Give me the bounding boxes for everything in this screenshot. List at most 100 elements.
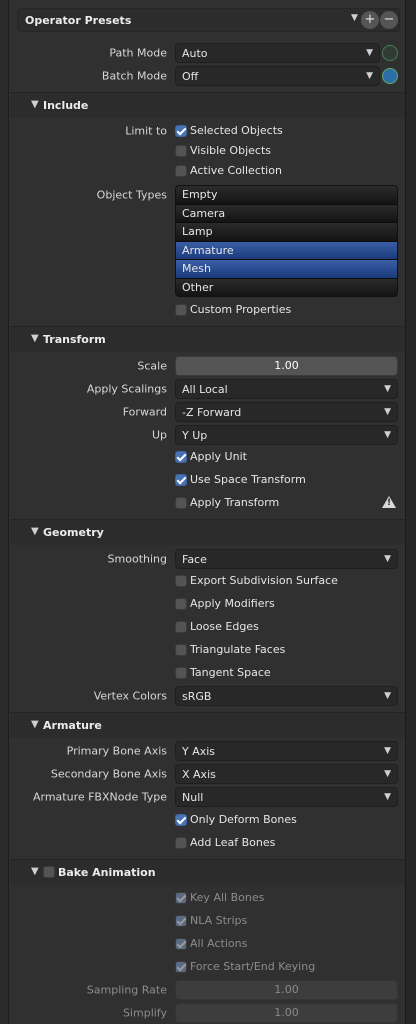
tangent-space-checkbox[interactable]	[175, 667, 187, 679]
vertex-colors-dropdown[interactable]: sRGB ▼	[175, 686, 398, 706]
secondary-bone-axis-row: Secondary Bone Axis X Axis ▼	[0, 764, 416, 784]
include-title: Include	[43, 99, 89, 112]
panel-scrollbar-region[interactable]	[405, 0, 416, 1024]
simplify-field[interactable]: 1.00	[175, 1003, 398, 1023]
add-preset-button[interactable]: +	[361, 11, 379, 29]
up-row: Up Y Up ▼	[0, 425, 416, 445]
apply-modifiers-label: Apply Modifiers	[190, 597, 275, 610]
scale-field[interactable]: 1.00	[175, 356, 398, 376]
bake-animation-checkbox[interactable]	[43, 866, 55, 878]
chevron-down-icon: ▼	[384, 554, 391, 564]
add-leaf-bones-checkbox[interactable]	[175, 837, 187, 849]
up-dropdown[interactable]: Y Up ▼	[175, 425, 398, 445]
chevron-down-icon: ▼	[384, 769, 391, 779]
visible-objects-label: Visible Objects	[190, 144, 271, 157]
secondary-bone-axis-label: Secondary Bone Axis	[50, 767, 167, 781]
apply-scalings-dropdown[interactable]: All Local ▼	[175, 379, 398, 399]
loose-edges-checkbox[interactable]	[175, 621, 187, 633]
apply-transform-checkbox[interactable]	[175, 497, 187, 509]
object-types-list: Empty Camera Lamp Armature Mesh Other	[175, 185, 398, 297]
chevron-down-icon: ▼	[31, 333, 39, 344]
chevron-down-icon: ▼	[366, 71, 373, 81]
secondary-bone-axis-dropdown[interactable]: X Axis ▼	[175, 764, 398, 784]
up-value: Y Up	[182, 429, 208, 442]
apply-unit-label: Apply Unit	[190, 450, 247, 463]
chevron-down-icon: ▼	[31, 866, 39, 877]
only-deform-bones-checkbox[interactable]	[175, 814, 187, 826]
bake-animation-section-header[interactable]: ▼ Bake Animation	[10, 859, 405, 885]
chevron-down-icon: ▼	[31, 99, 39, 110]
scale-label: Scale	[137, 359, 167, 373]
chevron-down-icon: ▼	[384, 746, 391, 756]
apply-scalings-value: All Local	[182, 383, 228, 396]
smoothing-dropdown[interactable]: Face ▼	[175, 549, 398, 569]
vertex-colors-value: sRGB	[182, 690, 212, 703]
apply-modifiers-checkbox[interactable]	[175, 598, 187, 610]
path-mode-icon[interactable]	[382, 45, 398, 61]
selected-objects-checkbox[interactable]	[175, 125, 187, 137]
nla-strips-checkbox[interactable]	[175, 915, 187, 927]
armature-section-header[interactable]: ▼ Armature	[10, 712, 405, 738]
forward-value: -Z Forward	[182, 406, 242, 419]
key-all-bones-checkbox[interactable]	[175, 892, 187, 904]
remove-preset-button[interactable]: −	[380, 11, 398, 29]
vertex-colors-row: Vertex Colors sRGB ▼	[0, 686, 416, 706]
path-mode-value: Auto	[182, 47, 208, 60]
custom-properties-checkbox[interactable]	[175, 304, 187, 316]
object-type-armature[interactable]: Armature	[176, 241, 397, 260]
batch-own-dir-icon[interactable]	[382, 68, 398, 84]
path-mode-dropdown[interactable]: Auto ▼	[175, 43, 380, 63]
armature-node-type-dropdown[interactable]: Null ▼	[175, 787, 398, 807]
all-actions-checkbox[interactable]	[175, 938, 187, 950]
export-subdivision-checkbox[interactable]	[175, 575, 187, 587]
transform-section-header[interactable]: ▼ Transform	[10, 326, 405, 352]
forward-dropdown[interactable]: -Z Forward ▼	[175, 402, 398, 422]
use-space-transform-label: Use Space Transform	[190, 473, 306, 486]
active-collection-checkbox[interactable]	[175, 165, 187, 177]
loose-edges-label: Loose Edges	[190, 620, 259, 633]
left-editor-edge	[0, 0, 9, 1024]
geometry-section-header[interactable]: ▼ Geometry	[10, 519, 405, 545]
apply-scalings-row: Apply Scalings All Local ▼	[0, 379, 416, 399]
object-type-other[interactable]: Other	[176, 278, 397, 296]
sampling-rate-field[interactable]: 1.00	[175, 980, 398, 1000]
chevron-down-icon: ▼	[31, 526, 39, 537]
tangent-space-label: Tangent Space	[190, 666, 271, 679]
primary-bone-axis-dropdown[interactable]: Y Axis ▼	[175, 741, 398, 761]
all-actions-label: All Actions	[190, 937, 248, 950]
force-keying-label: Force Start/End Keying	[190, 960, 316, 973]
only-deform-bones-label: Only Deform Bones	[190, 813, 297, 826]
object-type-lamp[interactable]: Lamp	[176, 223, 397, 242]
object-type-empty[interactable]: Empty	[176, 186, 397, 205]
object-type-mesh[interactable]: Mesh	[176, 260, 397, 279]
batch-mode-dropdown[interactable]: Off ▼	[175, 66, 380, 86]
chevron-down-icon: ▼	[366, 48, 373, 58]
up-label: Up	[151, 428, 167, 442]
object-types-label: Object Types	[96, 188, 167, 202]
primary-bone-axis-value: Y Axis	[182, 745, 216, 758]
simplify-label: Simplify	[122, 1006, 167, 1020]
limit-to-label: Limit to	[125, 124, 167, 138]
apply-unit-checkbox[interactable]	[175, 451, 187, 463]
forward-label: Forward	[122, 405, 167, 419]
smoothing-label: Smoothing	[107, 552, 167, 566]
armature-node-type-value: Null	[182, 791, 204, 804]
triangulate-faces-checkbox[interactable]	[175, 644, 187, 656]
smoothing-value: Face	[182, 553, 207, 566]
chevron-down-icon: ▼	[351, 13, 358, 23]
chevron-down-icon: ▼	[384, 430, 391, 440]
forward-row: Forward -Z Forward ▼	[0, 402, 416, 422]
bake-animation-title: Bake Animation	[58, 866, 156, 879]
include-section-header[interactable]: ▼ Include	[10, 92, 405, 118]
visible-objects-checkbox[interactable]	[175, 145, 187, 157]
chevron-down-icon: ▼	[384, 691, 391, 701]
active-collection-label: Active Collection	[190, 164, 282, 177]
path-mode-label: Path Mode	[109, 46, 167, 60]
custom-properties-label: Custom Properties	[190, 303, 292, 316]
object-type-camera[interactable]: Camera	[176, 204, 397, 223]
armature-node-type-label: Armature FBXNode Type	[32, 790, 167, 804]
apply-transform-label: Apply Transform	[190, 496, 280, 509]
use-space-transform-checkbox[interactable]	[175, 474, 187, 486]
operator-presets-dropdown[interactable]: Operator Presets ▼ + −	[17, 8, 400, 32]
force-keying-checkbox[interactable]	[175, 961, 187, 973]
